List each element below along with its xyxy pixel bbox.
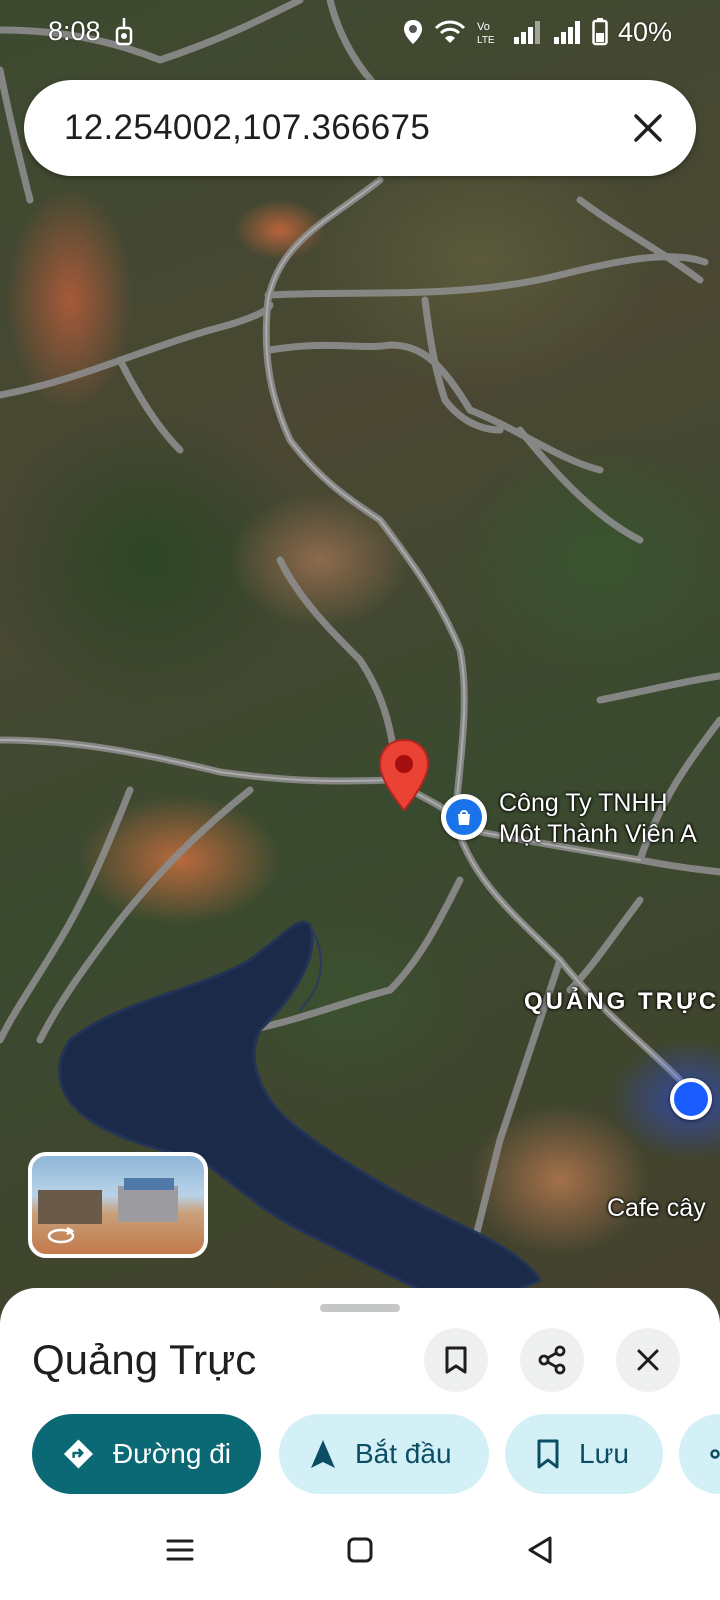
dropped-pin-icon[interactable] (377, 738, 431, 812)
share-button[interactable] (520, 1328, 584, 1392)
share-icon (538, 1345, 566, 1375)
notification-icon (115, 18, 133, 46)
back-icon[interactable] (520, 1530, 560, 1570)
recent-apps-icon[interactable] (160, 1530, 200, 1570)
directions-icon (63, 1439, 94, 1469)
save-label: Lưu (579, 1438, 629, 1469)
thumbnail-building (118, 1186, 178, 1222)
start-button[interactable]: Bắt đầu (279, 1414, 489, 1494)
shopping-bag-icon (446, 799, 482, 835)
action-chips: Đường đi Bắt đầu Lưu (0, 1414, 720, 1496)
street-view-thumbnail[interactable] (28, 1152, 208, 1258)
system-nav-bar (0, 1500, 720, 1600)
svg-text:LTE: LTE (477, 35, 495, 46)
close-sheet-button[interactable] (616, 1328, 680, 1392)
bookmark-icon (537, 1439, 559, 1469)
share-chip-button[interactable] (679, 1414, 720, 1494)
status-time: 8:08 (48, 16, 101, 46)
save-place-button[interactable] (424, 1328, 488, 1392)
battery-percent: 40% (617, 16, 672, 47)
drag-handle[interactable] (320, 1304, 400, 1312)
rotate-360-icon (47, 1226, 75, 1244)
poi-label-line2: Một Thành Viên A (499, 820, 697, 848)
search-input[interactable]: 12.254002,107.366675 (64, 108, 430, 148)
area-label: QUẢNG TRỰC (524, 988, 720, 1015)
search-bar[interactable]: 12.254002,107.366675 (24, 80, 696, 176)
thumbnail-building (38, 1190, 102, 1224)
start-label: Bắt đầu (355, 1438, 452, 1469)
svg-text:Vo: Vo (477, 21, 490, 33)
status-bar: 8:08 Vo LTE 40% (0, 0, 720, 62)
signal-icon (553, 21, 580, 44)
volte-icon: Vo LTE (477, 21, 495, 46)
save-button[interactable]: Lưu (505, 1414, 663, 1494)
cafe-label[interactable]: Cafe cây (607, 1194, 706, 1223)
wifi-icon (434, 20, 466, 43)
thumbnail-sign (124, 1178, 174, 1190)
user-location-dot[interactable] (670, 1078, 712, 1120)
battery-icon (592, 18, 608, 46)
map-view[interactable]: Công Ty TNHH Một Thành Viên A QUẢNG TRỰC… (0, 0, 720, 1320)
bookmark-icon (445, 1346, 467, 1374)
location-icon (403, 20, 422, 44)
directions-button[interactable]: Đường đi (32, 1414, 261, 1494)
directions-label: Đường đi (112, 1438, 231, 1469)
navigation-arrow-icon (311, 1440, 335, 1468)
status-icons: Vo LTE 40% (402, 16, 672, 48)
close-icon[interactable] (630, 110, 666, 146)
poi-label[interactable]: Công Ty TNHH Một Thành Viên A (499, 788, 697, 850)
poi-label-line1: Công Ty TNHH (499, 789, 668, 817)
poi-marker[interactable] (441, 794, 487, 840)
close-icon (637, 1349, 659, 1371)
signal-icon (513, 21, 540, 44)
home-icon[interactable] (340, 1530, 380, 1570)
place-title: Quảng Trực (32, 1336, 257, 1383)
share-icon (710, 1449, 720, 1459)
